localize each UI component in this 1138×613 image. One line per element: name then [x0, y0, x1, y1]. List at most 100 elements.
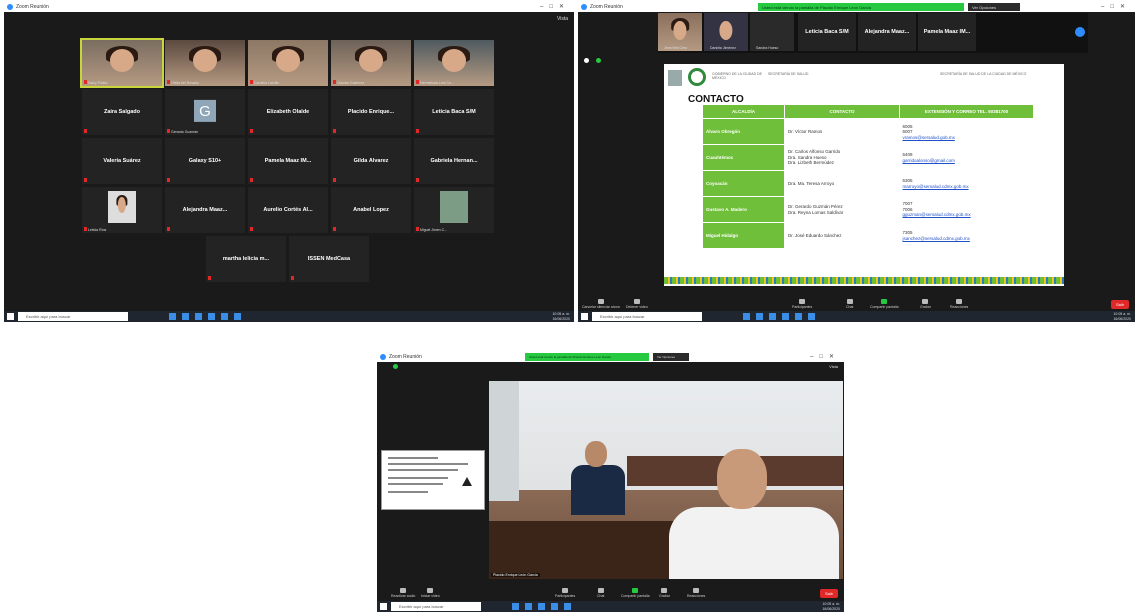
- participant-tile[interactable]: Pamela Maaz IM...: [918, 13, 976, 51]
- participant-tile[interactable]: Placido Enrique...: [331, 89, 411, 135]
- window-controls[interactable]: –□✕: [810, 353, 840, 360]
- participant-tile[interactable]: Anabel Lopez: [331, 187, 411, 233]
- system-tray-clock[interactable]: 10:05 a. m. 16/06/2020: [552, 312, 570, 321]
- mute-button[interactable]: Reactivar audio: [391, 588, 415, 598]
- participant-video-tile[interactable]: Sandra Hueso: [750, 13, 794, 51]
- participant-video-tile[interactable]: Claudia Gutiérrez: [331, 40, 411, 86]
- contact-cell: Dr. José Eduardo Sánchez: [785, 223, 900, 249]
- windows-start-icon[interactable]: [380, 603, 387, 610]
- window-controls[interactable]: –□✕: [1101, 3, 1131, 10]
- participant-tile[interactable]: Gilda Álvarez: [331, 138, 411, 184]
- participant-tile[interactable]: Miguel Jimen C...: [414, 187, 494, 233]
- participant-tile[interactable]: Galaxy S10+: [165, 138, 245, 184]
- windows-start-icon[interactable]: [581, 313, 588, 320]
- contact-name: Dra. Lizbeth Bermúdez: [788, 160, 835, 166]
- zoom-logo-icon: [7, 4, 13, 10]
- participant-tile[interactable]: Alejandra Maaz...: [165, 187, 245, 233]
- app-icon[interactable]: [756, 313, 763, 320]
- participant-name: Pamela Maaz IM...: [923, 29, 971, 35]
- taskbar-search-input[interactable]: Escribir aquí para buscar: [592, 312, 702, 321]
- app-icon[interactable]: [769, 313, 776, 320]
- share-screen-button[interactable]: Compartir pantalla: [870, 299, 899, 309]
- participants-button[interactable]: Participantes: [792, 299, 812, 309]
- participant-video-tile[interactable]: Daniela Jiménez: [704, 13, 748, 51]
- app-icon[interactable]: [512, 603, 519, 610]
- app-icon[interactable]: [808, 313, 815, 320]
- participant-tile[interactable]: G Gerardo Guzmán: [165, 89, 245, 135]
- system-tray-clock[interactable]: 10:05 a. m. 16/06/2020: [822, 602, 840, 611]
- window-controls[interactable]: –□✕: [540, 3, 570, 10]
- share-screen-button[interactable]: Compartir pantalla: [621, 588, 650, 598]
- participant-video-tile[interactable]: Daicy Pulido: [80, 38, 164, 88]
- reactions-button[interactable]: Reacciones: [950, 299, 968, 309]
- email-link[interactable]: jsanchez@sersalud.cdmx.gob.mx: [903, 236, 1031, 242]
- video-button[interactable]: Detener video: [626, 299, 648, 309]
- participant-video-tile[interactable]: Hermelinda Leal Ce...: [414, 40, 494, 86]
- app-icon[interactable]: [169, 313, 176, 320]
- app-icon[interactable]: [195, 313, 202, 320]
- muted-mic-icon: [416, 178, 419, 182]
- active-speaker-video: Placido Enrique León García: [489, 381, 843, 579]
- email-link[interactable]: vramos@sersalud.gob.mx: [903, 135, 1031, 141]
- expand-strip-icon[interactable]: [1075, 27, 1085, 37]
- camera-icon: [633, 299, 640, 304]
- participant-tile[interactable]: Valeria Suárez: [82, 138, 162, 184]
- table-column-header: CONTACTO: [784, 104, 900, 119]
- participant-tile[interactable]: Leticia Ríos: [82, 187, 162, 233]
- participant-tile[interactable]: Zaira Salgado: [82, 89, 162, 135]
- email-link[interactable]: garridoalonso@gmail.com: [903, 158, 1031, 164]
- email-link[interactable]: gguzman@sersalud.cdmx.gob.mx: [903, 212, 1031, 218]
- participant-tile[interactable]: ISSEN MedCasa: [289, 236, 369, 282]
- reactions-button[interactable]: Reacciones: [687, 588, 705, 598]
- app-icon[interactable]: [538, 603, 545, 610]
- mute-button[interactable]: Cancelar silenciar ahora: [582, 299, 620, 309]
- leave-meeting-button[interactable]: Salir: [819, 589, 838, 598]
- app-icon[interactable]: [782, 313, 789, 320]
- participant-name: Elizabeth Olalde: [266, 109, 310, 115]
- participant-tile[interactable]: Leticia Baca S/M: [798, 13, 856, 51]
- view-toggle-button[interactable]: Vista: [829, 364, 838, 369]
- taskbar-search-input[interactable]: Escribir aquí para buscar: [391, 602, 481, 611]
- app-icon[interactable]: [743, 313, 750, 320]
- participant-tile[interactable]: martha lelicia m...: [206, 236, 286, 282]
- windows-start-icon[interactable]: [7, 313, 14, 320]
- participant-name: Alejandra Maaz...: [864, 29, 910, 35]
- app-icon[interactable]: [208, 313, 215, 320]
- leave-meeting-button[interactable]: Salir: [1110, 300, 1129, 309]
- app-icon[interactable]: [525, 603, 532, 610]
- meeting-controls: Salir Reactivar audio Iniciar video Partic…: [377, 586, 844, 602]
- app-icon[interactable]: [564, 603, 571, 610]
- taskbar-search-input[interactable]: Escribir aquí para buscar: [18, 312, 128, 321]
- participant-tile[interactable]: Elizabeth Olalde: [248, 89, 328, 135]
- chat-button[interactable]: Chat: [846, 299, 853, 309]
- participant-tile[interactable]: Leticia Baca S/M: [414, 89, 494, 135]
- chat-button[interactable]: Chat: [597, 588, 604, 598]
- participant-tile[interactable]: Alejandra Maaz...: [858, 13, 916, 51]
- participant-tile[interactable]: Gabriela Hernan...: [414, 138, 494, 184]
- video-button[interactable]: Iniciar video: [421, 588, 440, 598]
- record-button[interactable]: Grabar: [920, 299, 931, 309]
- participant-tile[interactable]: Aurelio Cortés Al...: [248, 187, 328, 233]
- participant-tile[interactable]: Pamela Maaz IM...: [248, 138, 328, 184]
- participant-name: Daniela Jiménez: [710, 46, 736, 50]
- view-options-button[interactable]: Ver Opciones: [968, 3, 1020, 11]
- shared-screen-thumbnail[interactable]: [381, 450, 485, 510]
- record-button[interactable]: Grabar: [659, 588, 670, 598]
- app-icon[interactable]: [795, 313, 802, 320]
- view-options-button[interactable]: Ver Opciones: [653, 353, 689, 361]
- contact-cell: Dra. Ma. Teresa Arroyo: [785, 171, 900, 197]
- participant-video: [414, 40, 494, 86]
- share-icon: [881, 299, 888, 304]
- email-link[interactable]: marroyo@sersalud.cdmx.gob.mx: [903, 184, 1031, 190]
- muted-mic-icon: [167, 178, 170, 182]
- view-toggle-button[interactable]: Vista: [557, 16, 568, 22]
- app-icon[interactable]: [234, 313, 241, 320]
- participants-button[interactable]: Participantes: [555, 588, 575, 598]
- participant-video-tile[interactable]: Jenn Wei Cero: [658, 13, 702, 51]
- app-icon[interactable]: [182, 313, 189, 320]
- participant-video-tile[interactable]: Ofelia del Rosario: [165, 40, 245, 86]
- app-icon[interactable]: [551, 603, 558, 610]
- participant-video-tile[interactable]: Carolina Carrillo: [248, 40, 328, 86]
- system-tray-clock[interactable]: 10:05 a. m. 16/06/2020: [1113, 312, 1131, 321]
- app-icon[interactable]: [221, 313, 228, 320]
